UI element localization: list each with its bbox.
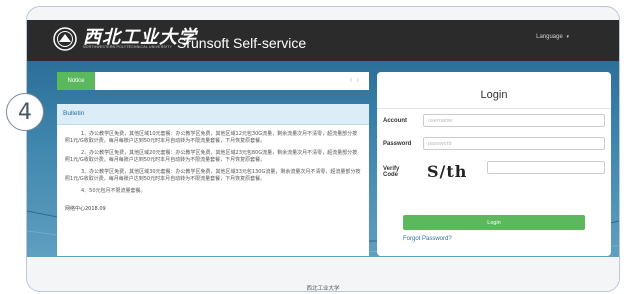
password-input[interactable] [423,137,605,150]
bulletin-item: 1、办公教学区免费，其他区域10元套餐：办公教学区免费，其他区域12元包30G流… [65,131,358,144]
account-label: Account [383,118,407,124]
top-header: 西北工业大学 NORTHWESTERN POLYTECHNICAL UNIVER… [27,20,619,61]
logo-english-name: NORTHWESTERN POLYTECHNICAL UNIVERSITY [83,45,173,49]
verify-label-line2: Code [383,172,398,178]
browser-frame: 西北工业大学 NORTHWESTERN POLYTECHNICAL UNIVER… [26,6,620,292]
footer-text: 西北工业大学 [306,286,340,292]
tab-notice[interactable]: Notice [57,72,95,90]
login-button[interactable]: Login [403,215,585,230]
bulletin-item: 4、50元包月不限流量套餐。 [81,188,146,194]
captcha-image[interactable]: S/th [427,162,467,181]
bulletin-item: 3、办公教学区免费，其他区域30元套餐：办公教学区免费，其他区域33元包130G… [65,169,361,182]
verify-code-input[interactable] [487,161,605,174]
bulletin-item: 2、办公教学区免费，其他区域20元套餐：办公教学区免费，其他区域23元包80G流… [65,150,358,163]
notice-tabbar: Notice ‹› [57,72,369,90]
bulletin-title: Bulletin [57,104,369,125]
university-seal-icon [53,27,77,51]
footer: 西北工业大学 [27,257,619,291]
bulletin-signature: 网络中心2018.09 [65,206,106,212]
main-stage: Notice ‹› Bulletin 1、办公教学区免费，其他区域10元套餐：办… [27,61,619,257]
caret-down-icon: ▾ [566,34,569,40]
bulletin-body: 1、办公教学区免费，其他区域10元套餐：办公教学区免费，其他区域12元包30G流… [57,125,369,212]
bulletin-panel: Bulletin 1、办公教学区免费，其他区域10元套餐：办公教学区免费，其他区… [57,104,369,256]
verify-code-label: Verify Code [383,166,399,178]
forgot-password-link[interactable]: Forgot Password? [403,236,452,242]
login-divider [377,108,611,109]
login-panel: Login Account Password Verify Code S/th … [377,72,611,256]
language-dropdown[interactable]: Language ▾ [536,34,569,40]
account-input[interactable] [423,114,605,127]
login-title: Login [480,89,508,101]
notice-pager: ‹› [350,75,363,84]
step-number-badge: 4 [6,93,44,131]
password-label: Password [383,141,412,147]
app-title: Srunsoft Self-service [177,35,307,51]
language-label: Language [536,34,563,40]
chevron-right-icon[interactable]: › [356,75,363,84]
